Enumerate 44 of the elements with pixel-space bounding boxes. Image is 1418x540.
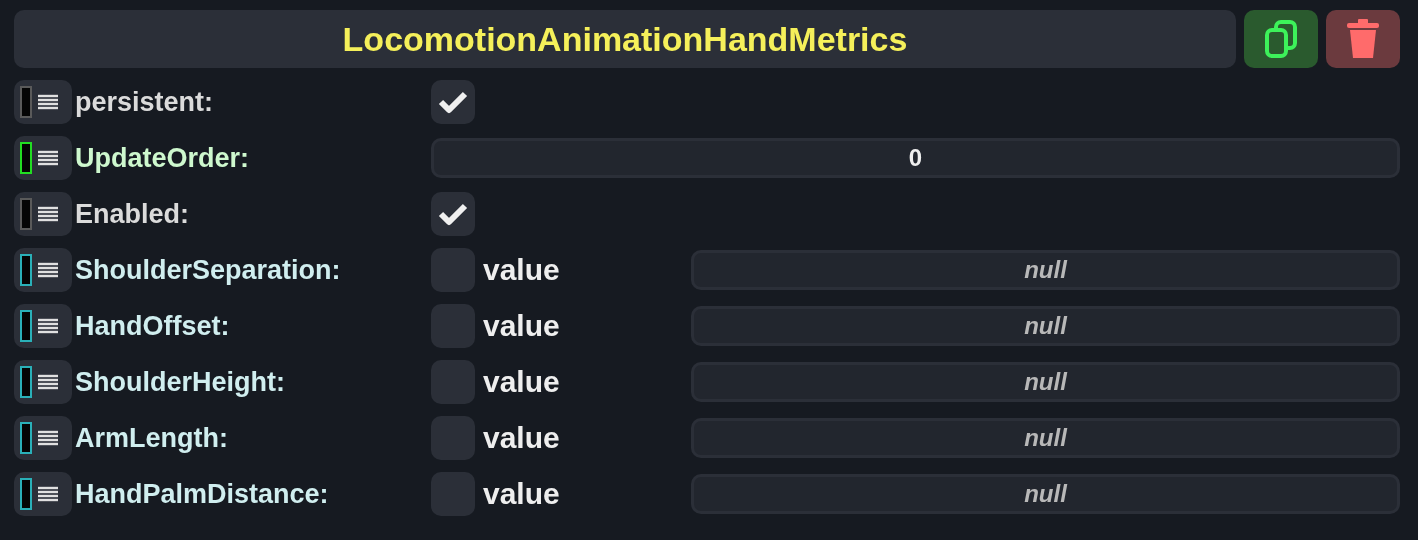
value-field[interactable]: null bbox=[691, 474, 1400, 514]
value-field[interactable]: null bbox=[691, 418, 1400, 458]
copy-icon bbox=[1264, 19, 1298, 59]
menu-icon bbox=[38, 262, 58, 278]
field-label: HandPalmDistance: bbox=[74, 478, 330, 510]
drag-handle[interactable] bbox=[14, 248, 72, 292]
value-label: value bbox=[482, 477, 561, 511]
field-label: ShoulderSeparation: bbox=[74, 254, 342, 286]
field-label: UpdateOrder: bbox=[74, 142, 251, 174]
delete-button[interactable] bbox=[1326, 10, 1400, 68]
component-title: LocomotionAnimationHandMetrics bbox=[14, 10, 1236, 68]
value-field[interactable]: null bbox=[691, 306, 1400, 346]
drag-handle[interactable] bbox=[14, 304, 72, 348]
menu-icon bbox=[38, 430, 58, 446]
checkbox[interactable] bbox=[431, 80, 475, 124]
value-label: value bbox=[482, 365, 561, 399]
number-field[interactable]: 0 bbox=[431, 138, 1400, 178]
trash-icon bbox=[1345, 18, 1381, 60]
field-label: ArmLength: bbox=[74, 422, 229, 454]
value-label: value bbox=[482, 309, 561, 343]
drag-handle[interactable] bbox=[14, 416, 72, 460]
value-field[interactable]: null bbox=[691, 250, 1400, 290]
menu-icon bbox=[38, 206, 58, 222]
checkmark-icon bbox=[438, 202, 468, 226]
drag-handle[interactable] bbox=[14, 136, 72, 180]
field-label: Enabled: bbox=[74, 198, 190, 230]
checkbox[interactable] bbox=[431, 192, 475, 236]
menu-icon bbox=[38, 150, 58, 166]
value-field[interactable]: null bbox=[691, 362, 1400, 402]
field-label: HandOffset: bbox=[74, 310, 231, 342]
menu-icon bbox=[38, 318, 58, 334]
drag-handle[interactable] bbox=[14, 472, 72, 516]
copy-button[interactable] bbox=[1244, 10, 1318, 68]
drag-handle[interactable] bbox=[14, 360, 72, 404]
value-label: value bbox=[482, 253, 561, 287]
field-label: persistent: bbox=[74, 86, 215, 118]
field-label: ShoulderHeight: bbox=[74, 366, 286, 398]
checkmark-icon bbox=[438, 90, 468, 114]
value-label: value bbox=[482, 421, 561, 455]
menu-icon bbox=[38, 374, 58, 390]
drag-handle[interactable] bbox=[14, 192, 72, 236]
menu-icon bbox=[38, 486, 58, 502]
menu-icon bbox=[38, 94, 58, 110]
drag-handle[interactable] bbox=[14, 80, 72, 124]
